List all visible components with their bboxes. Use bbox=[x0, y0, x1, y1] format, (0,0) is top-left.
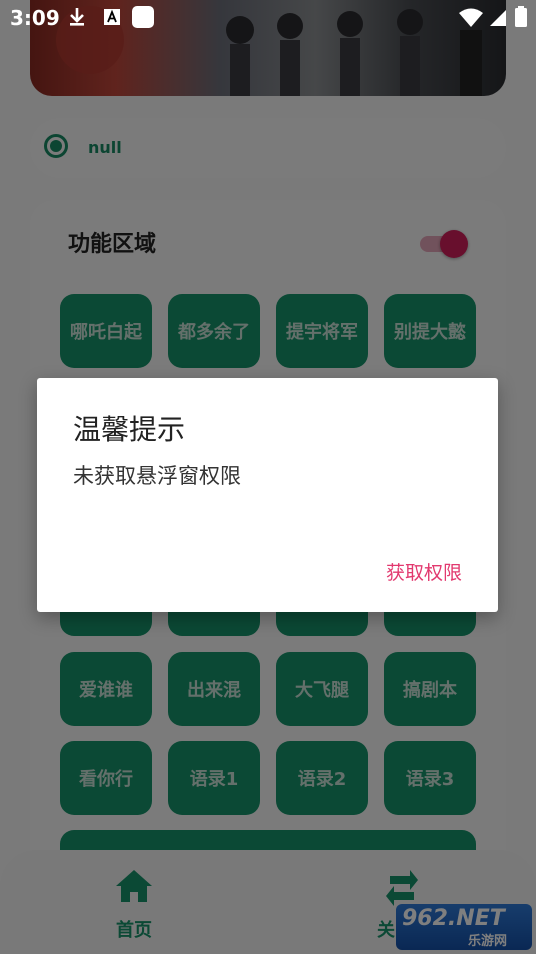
app-icon bbox=[132, 6, 154, 28]
dialog-title: 温馨提示 bbox=[73, 413, 186, 446]
status-bar: 3:09 bbox=[0, 0, 536, 36]
status-time: 3:09 bbox=[10, 6, 60, 30]
a11y-icon bbox=[104, 9, 120, 25]
get-permission-button[interactable]: 获取权限 bbox=[386, 558, 462, 585]
signal-icon bbox=[490, 10, 506, 26]
download-icon bbox=[70, 8, 84, 26]
wifi-icon bbox=[459, 8, 483, 27]
permission-dialog: 温馨提示 未获取悬浮窗权限 获取权限 bbox=[37, 378, 498, 612]
battery-icon bbox=[515, 6, 527, 27]
dialog-message: 未获取悬浮窗权限 bbox=[73, 464, 241, 488]
